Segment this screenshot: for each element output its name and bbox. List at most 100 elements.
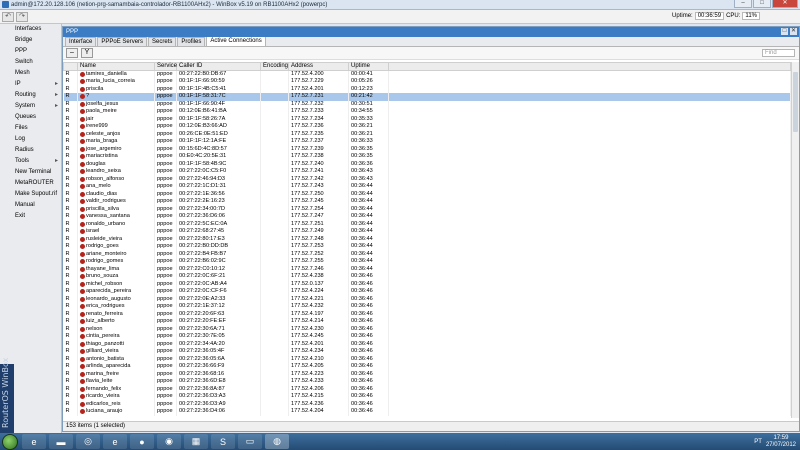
table-row[interactable]: Rpriscila pppoe 00:1F:1F:4B:C5:41 177.52.4.…	[63, 85, 791, 93]
table-row[interactable]: Rpaola_meire pppoe 00:12:0E:B6:41:BA 177.52…	[63, 108, 791, 116]
taskbar-app-wb-icon[interactable]: ◎	[76, 434, 100, 449]
taskbar-app-tb-icon[interactable]: ◍	[265, 434, 289, 449]
table-row[interactable]: Rthiago_panzotti pppoe 00:27:22:34:4A:20 17…	[63, 340, 791, 348]
column-header-uptime[interactable]: Uptime	[348, 62, 389, 71]
menu-item-log[interactable]: Log	[0, 134, 61, 145]
menu-item-ip[interactable]: IP	[0, 79, 61, 90]
taskbar-app-ie2-icon[interactable]: e	[103, 434, 127, 449]
redo-icon[interactable]: ↷	[16, 11, 28, 22]
table-row[interactable]: Rvanessa_santana pppoe 00:27:22:36:D6:06 17…	[63, 213, 791, 221]
tab-profiles[interactable]: Profiles	[177, 37, 206, 46]
tab-pppoe-servers[interactable]: PPPoE Servers	[97, 37, 148, 46]
table-row[interactable]: Rclaudio_dias pppoe 00:27:22:1E:36:56 177.5…	[63, 190, 791, 198]
column-header-caller-id[interactable]: Caller ID	[176, 62, 261, 71]
table-row[interactable]: Rmichel_robson pppoe 00:27:22:0C:AB:A4 177.…	[63, 280, 791, 288]
taskbar-app-win-icon[interactable]: ▭	[238, 434, 262, 449]
table-row[interactable]: Rrusleide_vieira pppoe 00:27:22:80:17:E3 17…	[63, 235, 791, 243]
menu-item-exit[interactable]: Exit	[0, 211, 61, 222]
table-row[interactable]: Rarlinda_aparecida pppoe 00:27:22:36:66:F9…	[63, 363, 791, 371]
menu-item-manual[interactable]: Manual	[0, 200, 61, 211]
column-header-service[interactable]: Service	[154, 62, 177, 71]
table-row[interactable]: Rtamires_daniella pppoe 00:27:22:B0:DB:67 1…	[63, 70, 791, 78]
menu-item-switch[interactable]: Switch	[0, 57, 61, 68]
tab-active-connections[interactable]: Active Connections	[206, 36, 266, 46]
scroll-thumb[interactable]	[793, 72, 798, 132]
table-row[interactable]: Rariane_monteiro pppoe 00:27:22:B4:FB:B7 17…	[63, 250, 791, 258]
column-header-address[interactable]: Address	[288, 62, 349, 71]
table-row[interactable]: Redicarlos_reis pppoe 00:27:22:36:D3:A9 177…	[63, 400, 791, 408]
table-row[interactable]: Rerica_rodrigues pppoe 00:27:22:1E:37:12 17…	[63, 303, 791, 311]
table-row[interactable]: Rthayane_lima pppoe 00:27:22:C0:10:12 177.5…	[63, 265, 791, 273]
table-row[interactable]: Rrobson_alfonso pppoe 00:27:22:46:94:D3 177…	[63, 175, 791, 183]
table-row[interactable]: Rjair pppoe 00:1F:1F:58:26:7A 177.52.7.234 0…	[63, 115, 791, 123]
table-row[interactable]: Risrael pppoe 00:27:22:68:27:45 177.52.7.24…	[63, 228, 791, 236]
table-row[interactable]: Rluiz_alberto pppoe 00:27:22:20:FE:EF 177.5…	[63, 318, 791, 326]
start-button[interactable]	[2, 433, 18, 450]
table-row[interactable]: Rricardo_vieira pppoe 00:27:22:36:D3:A3 177…	[63, 393, 791, 401]
menu-item-new-terminal[interactable]: New Terminal	[0, 167, 61, 178]
table-row[interactable]: Rbruno_souza pppoe 00:27:22:0C:6F:21 177.52…	[63, 273, 791, 281]
table-row[interactable]: Rfernando_felix pppoe 00:27:22:36:8A:87 177…	[63, 385, 791, 393]
taskbar-app-ie-icon[interactable]: e	[22, 434, 46, 449]
ppp-maximize-icon[interactable]: □	[781, 28, 788, 35]
table-row[interactable]: Rirene999 pppoe 00:12:0E:B3:66:AD 177.52.7.…	[63, 123, 791, 131]
table-row[interactable]: Rrenato_ferreira pppoe 00:27:22:20:6F:63 17…	[63, 310, 791, 318]
taskbar-app-ff-icon[interactable]: ●	[130, 434, 154, 449]
table-row[interactable]: Rpriscilla_silva pppoe 00:27:22:34:00:7D 17…	[63, 205, 791, 213]
table-row[interactable]: Rleandro_seixa pppoe 00:27:22:0C:C5:F0 177.…	[63, 168, 791, 176]
column-header-name[interactable]: Name	[77, 62, 155, 71]
table-row[interactable]: Rnelson pppoe 00:27:22:30:6A:71 177.52.4.23…	[63, 325, 791, 333]
menu-item-mesh[interactable]: Mesh	[0, 68, 61, 79]
close-button[interactable]: ✕	[772, 0, 798, 8]
table-row[interactable]: Raparecida_pereira pppoe 00:27:22:0C:CF:F6…	[63, 288, 791, 296]
table-row[interactable]: Rmaria_braga pppoe 00:1F:1F:12:1A:FE 177.52…	[63, 138, 791, 146]
table-row[interactable]: Rrodrigo_gomes pppoe 00:27:22:B6:02:9C 177.…	[63, 258, 791, 266]
menu-item-metarouter[interactable]: MetaROUTER	[0, 178, 61, 189]
table-row[interactable]: R? pppoe 00:1F:1F:58:31:7C 177.52.7.231 00:2…	[63, 93, 791, 101]
table-row[interactable]: Rgilliard_vieira pppoe 00:27:22:36:05:4F 17…	[63, 348, 791, 356]
table-row[interactable]: Rmarina_freire pppoe 00:27:22:36:68:16 177.…	[63, 370, 791, 378]
taskbar-app-wb2-icon[interactable]: ▦	[184, 434, 208, 449]
minimize-button[interactable]: –	[734, 0, 752, 8]
table-row[interactable]: Rvaldir_rodrigues pppoe 00:27:22:2E:16:23 1…	[63, 198, 791, 206]
menu-item-queues[interactable]: Queues	[0, 112, 61, 123]
taskbar-app-ch-icon[interactable]: ◉	[157, 434, 181, 449]
clock[interactable]: 17:59 27/07/2012	[766, 435, 796, 449]
language-indicator[interactable]: PT	[754, 439, 762, 445]
menu-item-bridge[interactable]: Bridge	[0, 35, 61, 46]
table-row[interactable]: Rceleste_anjos pppoe 00:26:CE:0E:51:ED 177.…	[63, 130, 791, 138]
table-row[interactable]: Rantonio_batista pppoe 00:27:22:36:05:6A 17…	[63, 355, 791, 363]
ppp-close-icon[interactable]: ✕	[790, 28, 797, 35]
column-header-flag[interactable]	[63, 62, 78, 71]
table-row[interactable]: Rmaria_lucia_correia pppoe 00:1F:1F:66:90:…	[63, 78, 791, 86]
maximize-button[interactable]: □	[753, 0, 771, 8]
taskbar-app-sk-icon[interactable]: S	[211, 434, 235, 449]
menu-item-ppp[interactable]: PPP	[0, 46, 61, 57]
menu-item-radius[interactable]: Radius	[0, 145, 61, 156]
table-row[interactable]: Rmariacristina pppoe 00:E0:4C:20:5E:31 177.…	[63, 153, 791, 161]
tab-interface[interactable]: Interface	[65, 37, 97, 46]
ppp-window-titlebar[interactable]: PPP □ ✕	[63, 27, 799, 37]
menu-item-tools[interactable]: Tools	[0, 156, 61, 167]
tab-secrets[interactable]: Secrets	[148, 37, 177, 46]
filter-icon[interactable]: Y	[81, 48, 93, 58]
table-row[interactable]: Rcintia_pereira pppoe 00:27:22:30:7E:05 177…	[63, 333, 791, 341]
menu-item-make-supout-rif[interactable]: Make Supout.rif	[0, 189, 61, 200]
remove-button[interactable]: –	[66, 48, 78, 58]
table-scrollbar[interactable]	[791, 62, 799, 418]
menu-item-files[interactable]: Files	[0, 123, 61, 134]
taskbar-app-cmd-icon[interactable]: ▬	[49, 434, 73, 449]
table-row[interactable]: Rdouglas pppoe 00:1F:1F:58:4B:9C 177.52.7.2…	[63, 160, 791, 168]
menu-item-routing[interactable]: Routing	[0, 90, 61, 101]
table-row[interactable]: Rjoselfa_jesus pppoe 00:1F:1F:66:90:4F 177.…	[63, 100, 791, 108]
table-row[interactable]: Rjose_argemiro pppoe 00:15:6D:4C:8D:57 177.…	[63, 145, 791, 153]
table-row[interactable]: Rleonardo_augusto pppoe 00:27:22:0E:A2:33 1…	[63, 295, 791, 303]
menu-item-interfaces[interactable]: Interfaces	[0, 24, 61, 35]
table-row[interactable]: Rronaldo_urbano pppoe 00:27:22:5C:EC:0A 177…	[63, 220, 791, 228]
table-row[interactable]: Rflavia_leite pppoe 00:27:22:36:6D:E8 177.5…	[63, 378, 791, 386]
undo-icon[interactable]: ↶	[2, 11, 14, 22]
menu-item-system[interactable]: System	[0, 101, 61, 112]
find-input[interactable]: Find	[762, 49, 795, 57]
table-row[interactable]: Rrodrigo_goes pppoe 00:27:22:B0:DD:DB 177.5…	[63, 243, 791, 251]
table-row[interactable]: Rana_melo pppoe 00:27:22:1C:D1:31 177.52.7.…	[63, 183, 791, 191]
